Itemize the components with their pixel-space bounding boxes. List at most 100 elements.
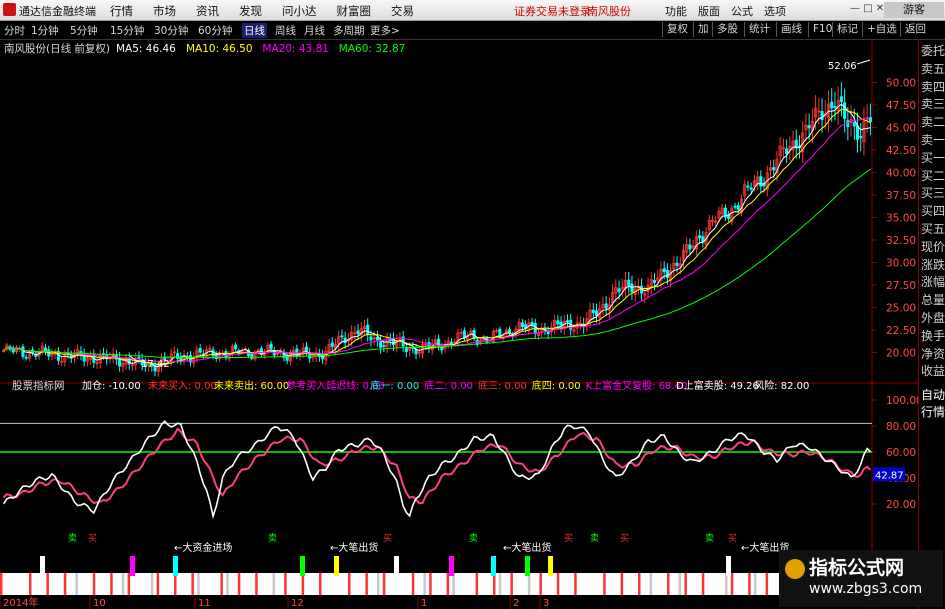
side-panel-label: 总量 bbox=[921, 293, 945, 308]
menu-item-news[interactable]: 资讯 bbox=[196, 3, 219, 19]
signal-strip-bar bbox=[730, 573, 734, 595]
candle-body bbox=[234, 344, 238, 350]
signal-strip-bar bbox=[139, 573, 142, 595]
period-weekly[interactable]: 周线 bbox=[275, 23, 296, 38]
candle-body bbox=[688, 244, 692, 250]
period-5min[interactable]: 5分钟 bbox=[70, 23, 98, 38]
signal-strip-bar bbox=[284, 573, 287, 595]
candle-body bbox=[366, 324, 370, 336]
signal-strip-bar bbox=[232, 573, 235, 595]
multi-stock-button[interactable]: 多股 bbox=[712, 22, 738, 37]
signal-strip-bar bbox=[574, 573, 577, 595]
menu-item-layout[interactable]: 版面 bbox=[698, 3, 720, 19]
signal-strip-bar bbox=[487, 573, 490, 595]
signal-strip-bar bbox=[609, 573, 612, 595]
side-panel-label: 买四 bbox=[921, 204, 945, 219]
candle-body bbox=[627, 279, 631, 286]
menu-item-ask[interactable]: 问小达 bbox=[282, 3, 317, 19]
draw-line-button[interactable]: 画线 bbox=[776, 22, 802, 37]
back-button[interactable]: 返回 bbox=[900, 22, 926, 37]
mark-button[interactable]: 标记 bbox=[832, 22, 858, 37]
statistics-button[interactable]: 统计 bbox=[744, 22, 770, 37]
trade-login-status[interactable]: 证券交易未登录 bbox=[514, 3, 591, 19]
signal-strip-bar bbox=[214, 573, 218, 595]
side-panel-label[interactable]: 行情 bbox=[921, 405, 945, 419]
menu-item-formula[interactable]: 公式 bbox=[731, 3, 753, 19]
side-panel-label[interactable]: 自动 bbox=[921, 388, 945, 402]
menu-item-function[interactable]: 功能 bbox=[665, 3, 687, 19]
side-panel-label: 买二 bbox=[921, 168, 945, 183]
low-price-label: 17.42 bbox=[141, 359, 170, 370]
signal-strip-bar bbox=[632, 573, 635, 595]
signal-pulse-bar bbox=[394, 556, 399, 576]
candle-body bbox=[388, 339, 392, 341]
side-panel-label: 买一 bbox=[921, 150, 945, 165]
signal-strip-bar bbox=[452, 573, 455, 595]
add-watchlist-button[interactable]: +自选 bbox=[862, 22, 897, 37]
signal-strip-bar bbox=[614, 573, 618, 595]
candle-body bbox=[462, 330, 466, 339]
signal-strip-bar bbox=[568, 573, 571, 595]
candle-body bbox=[749, 187, 753, 190]
indicator-legend-entry: 底二: 0.00 bbox=[424, 379, 473, 392]
f10-button[interactable]: F10 bbox=[808, 22, 832, 37]
candle-body bbox=[665, 269, 669, 278]
period-multi[interactable]: 多周期 bbox=[333, 23, 365, 38]
watermark-url: www.zbgs3.com bbox=[809, 581, 923, 597]
indicator-legend-entry: 加仓: -10.00 bbox=[82, 379, 141, 392]
period-more[interactable]: 更多> bbox=[370, 23, 400, 38]
candle-body bbox=[820, 111, 824, 120]
signal-strip-bar bbox=[388, 573, 392, 595]
candle-body bbox=[833, 105, 837, 108]
signal-strip-bar bbox=[539, 573, 542, 595]
candle-body bbox=[295, 348, 299, 356]
candle-body bbox=[772, 167, 776, 171]
period-30min[interactable]: 30分钟 bbox=[154, 23, 188, 38]
signal-strip-bar bbox=[127, 573, 131, 595]
signal-strip-bar bbox=[81, 573, 84, 595]
chart-area[interactable]: 50.00 47.50 45.00 42.50 40.00 37.50 35.00 32.50… bbox=[0, 40, 918, 609]
signal-pulse-bar bbox=[40, 556, 45, 576]
signal-strip-bar bbox=[87, 573, 90, 595]
menu-item-trade[interactable]: 交易 bbox=[391, 3, 414, 19]
signal-strip-bar bbox=[365, 573, 368, 595]
signal-strip-bar bbox=[527, 573, 531, 595]
window-controls[interactable]: — □ ✕ bbox=[850, 3, 884, 14]
signal-strip-bar bbox=[475, 573, 479, 595]
period-monthly[interactable]: 月线 bbox=[304, 23, 325, 38]
menu-item-market[interactable]: 市场 bbox=[153, 3, 176, 19]
price-tick-label: 37.50 bbox=[886, 190, 916, 202]
side-panel-label: 卖四 bbox=[921, 79, 945, 94]
signal-strip-bar bbox=[116, 573, 119, 595]
signal-annotation: ←大笔出货 bbox=[330, 541, 378, 554]
right-menu: 功能 版面 公式 选项 bbox=[665, 3, 797, 19]
signal-strip-bar bbox=[336, 573, 339, 595]
signal-strip-bar bbox=[498, 573, 502, 595]
watermark-logo-icon bbox=[785, 559, 805, 579]
signal-strip-bar bbox=[348, 573, 351, 595]
period-1min[interactable]: 1分钟 bbox=[31, 23, 59, 38]
menu-item-wealth[interactable]: 财富圈 bbox=[337, 3, 372, 19]
candle-body bbox=[224, 351, 228, 359]
guest-user-button[interactable]: 游客 bbox=[884, 2, 944, 18]
signal-strip-bar bbox=[133, 573, 136, 595]
signal-strip-bar bbox=[174, 573, 177, 595]
period-timeshare[interactable]: 分时 bbox=[4, 23, 25, 38]
period-60min[interactable]: 60分钟 bbox=[198, 23, 232, 38]
indicator-title: 股票指标网 bbox=[12, 379, 65, 392]
signal-strip-bar bbox=[406, 573, 409, 595]
menu-item-discover[interactable]: 发现 bbox=[239, 3, 262, 19]
signal-strip-bar bbox=[597, 573, 600, 595]
signal-strip-bar bbox=[510, 573, 513, 595]
adjust-button[interactable]: 复权 bbox=[662, 22, 688, 37]
date-tick-label: 10 bbox=[93, 598, 106, 609]
menu-item-quotes[interactable]: 行情 bbox=[110, 3, 133, 19]
overlay-button[interactable]: 加 bbox=[693, 22, 709, 37]
signal-strip-bar bbox=[185, 573, 189, 595]
candle-body bbox=[733, 205, 737, 208]
signal-strip-bar bbox=[551, 573, 554, 595]
period-daily[interactable]: 日线 bbox=[242, 23, 267, 38]
period-15min[interactable]: 15分钟 bbox=[110, 23, 144, 38]
signal-strip-bar bbox=[556, 573, 560, 595]
menu-item-options[interactable]: 选项 bbox=[764, 3, 786, 19]
